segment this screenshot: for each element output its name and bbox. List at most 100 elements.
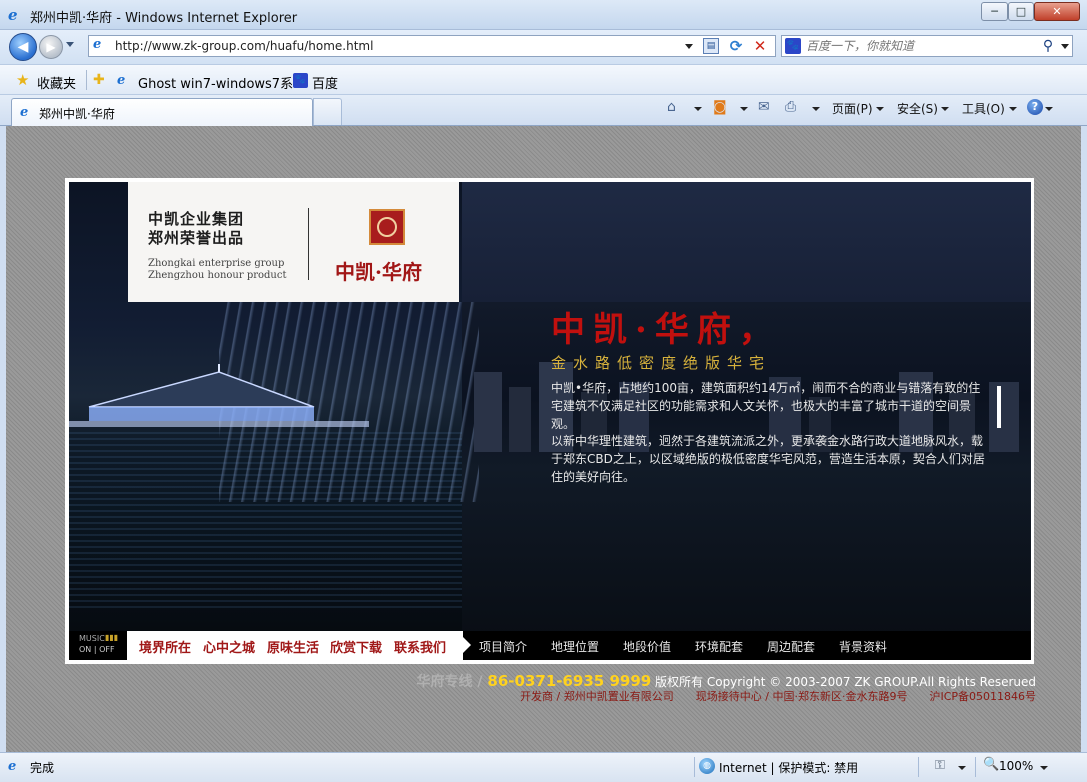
nav-link-beijing[interactable]: 背景资料 — [839, 638, 887, 655]
print-icon[interactable]: ⎙ — [785, 98, 796, 116]
forward-button[interactable]: ▶ — [39, 35, 63, 59]
nav-link-huanjing[interactable]: 环境配套 — [695, 638, 743, 655]
group-slogan: 郑州荣誉出品 — [148, 229, 245, 247]
safety-menu-dropdown-icon[interactable] — [941, 107, 949, 111]
home-dropdown-icon[interactable] — [694, 107, 702, 111]
tab-bar: e 郑州中凯·华府 ⌂ ◙ ✉ ⎙ 页面(P) 安全(S) 工具(O) ? — [0, 95, 1087, 126]
window-title: 郑州中凯·华府 - Windows Internet Explorer — [30, 11, 298, 26]
mail-icon[interactable]: ✉ — [758, 98, 770, 116]
nav-link-zhoubian[interactable]: 周边配套 — [767, 638, 815, 655]
baidu-paw-icon: 🐾 — [293, 73, 308, 88]
zoom-level[interactable]: 100% — [999, 759, 1033, 773]
description-paragraph-2: 以新中华理性建筑，迥然于各建筑流派之外，更承袭金水路行政大道地脉风水，载于郑东C… — [551, 434, 985, 484]
navigation-bar: ◀ ▶ e http://www.zk-group.com/huafu/home… — [0, 30, 1087, 64]
description-paragraph-1: 中凯•华府，占地约100亩，建筑面积约14万㎡，闹而不合的商业与错落有致的住宅建… — [551, 381, 981, 431]
music-toggle[interactable]: ON | OFF — [79, 645, 115, 654]
copyright-text: 版权所有 Copyright © 2003-2007 ZK GROUP.All … — [655, 675, 1036, 689]
music-equalizer-icon: ▮▮▮ — [105, 633, 119, 642]
favorite-link-baidu[interactable]: 百度 — [312, 73, 338, 92]
print-dropdown-icon[interactable] — [812, 107, 820, 111]
feed-dropdown-icon[interactable] — [740, 107, 748, 111]
headline: 中凯·华府， — [551, 310, 781, 350]
zoom-icon[interactable]: 🔍 — [983, 757, 999, 772]
nav-link-diduan[interactable]: 地段价值 — [623, 638, 671, 655]
footer-line-1: 华府专线 / 86-0371-6935 9999 版权所有 Copyright … — [6, 671, 1036, 690]
nav-link-lianxi[interactable]: 联系我们 — [394, 637, 446, 656]
globe-icon: ◍ — [699, 758, 715, 774]
subheadline: 金水路低密度绝版华宅 — [551, 354, 772, 372]
search-icon[interactable]: ⚲ — [1040, 37, 1056, 55]
compatibility-view-icon[interactable]: ▤ — [703, 38, 719, 54]
back-button[interactable]: ◀ — [9, 33, 37, 61]
nav-link-xinshang[interactable]: 欣赏下载 — [330, 637, 382, 656]
favorite-link-ghost[interactable]: Ghost win7-windows7系... — [138, 73, 305, 92]
seal-logo-icon — [369, 209, 405, 245]
flash-stage[interactable]: 中凯企业集团 郑州荣誉出品 Zhongkai enterprise group … — [69, 182, 1031, 660]
flash-frame: 中凯企业集团 郑州荣誉出品 Zhongkai enterprise group … — [65, 178, 1034, 664]
status-text: 完成 — [30, 761, 55, 775]
zoom-dropdown-icon[interactable] — [1040, 766, 1048, 770]
group-name-english: Zhongkai enterprise group — [148, 258, 285, 269]
seal-ring — [377, 217, 397, 237]
new-tab-button[interactable] — [313, 98, 342, 125]
ie-logo-icon: e — [8, 6, 18, 24]
nav-arrow — [463, 637, 471, 653]
recent-pages-dropdown-icon[interactable] — [66, 42, 74, 47]
help-icon[interactable]: ? — [1027, 99, 1043, 115]
home-icon[interactable]: ⌂ — [667, 98, 676, 116]
address-dropdown-icon[interactable] — [685, 44, 693, 49]
nav-link-jingjie[interactable]: 境界所在 — [139, 637, 191, 656]
page-menu[interactable]: 页面(P) — [832, 100, 873, 117]
address-bar[interactable]: e http://www.zk-group.com/huafu/home.htm… — [88, 35, 776, 57]
page-viewport: 中凯企业集团 郑州荣誉出品 Zhongkai enterprise group … — [0, 126, 1087, 752]
add-favorite-icon[interactable]: ✚ — [93, 72, 105, 88]
search-box[interactable]: 🐾 ⚲ — [781, 35, 1073, 57]
water-reflection — [69, 432, 462, 612]
logo-divider — [308, 208, 309, 280]
divider — [86, 70, 87, 90]
close-button[interactable]: ✕ — [1034, 2, 1080, 21]
favorites-button[interactable]: 收藏夹 — [37, 73, 76, 92]
ie-page-icon: e — [117, 73, 126, 88]
favorites-bar: ★ 收藏夹 ✚ e Ghost win7-windows7系... 🐾 百度 — [0, 64, 1087, 95]
text-scroll-handle[interactable] — [997, 386, 1001, 428]
search-input[interactable] — [806, 37, 1036, 55]
favorites-star-icon[interactable]: ★ — [16, 72, 29, 88]
rss-feed-icon[interactable]: ◙ — [713, 98, 727, 116]
nav-link-yuanwei[interactable]: 原味生活 — [267, 637, 319, 656]
tools-menu-dropdown-icon[interactable] — [1009, 107, 1017, 111]
brand-name: 中凯·华府 — [335, 260, 422, 284]
logo-panel: 中凯企业集团 郑州荣誉出品 Zhongkai enterprise group … — [128, 182, 459, 302]
safety-menu[interactable]: 安全(S) — [897, 100, 938, 117]
ie-page-icon: e — [93, 37, 102, 52]
search-options-dropdown-icon[interactable] — [1061, 44, 1069, 49]
nav-link-xiangmu[interactable]: 项目简介 — [479, 638, 527, 655]
tab-active[interactable]: e 郑州中凯·华府 — [11, 98, 313, 126]
refresh-icon[interactable]: ⟳ — [727, 36, 745, 56]
address-url[interactable]: http://www.zk-group.com/huafu/home.html — [115, 39, 373, 53]
primary-nav: 境界所在 心中之城 原味生活 欣赏下载 联系我们 — [127, 631, 463, 660]
nav-link-xinzhong[interactable]: 心中之城 — [203, 637, 255, 656]
ie-page-icon: e — [8, 759, 17, 774]
stadium-illustration — [69, 364, 369, 427]
sky-panel — [462, 182, 1031, 302]
status-bar: e 完成 ◍ Internet | 保护模式: 禁用 ⚿ 🔍 100% — [0, 752, 1087, 782]
title-bar: e 郑州中凯·华府 - Windows Internet Explorer ─ … — [0, 0, 1087, 30]
nav-link-dili[interactable]: 地理位置 — [551, 638, 599, 655]
security-zone[interactable]: Internet | 保护模式: 禁用 — [719, 759, 858, 776]
group-name: 中凯企业集团 — [148, 210, 245, 228]
minimize-button[interactable]: ─ — [981, 2, 1008, 21]
site-nav-bar: MUSIC ▮▮▮ ON | OFF 境界所在 心中之城 原味生活 欣赏下载 联… — [69, 631, 1031, 660]
protected-mode-icon[interactable]: ⚿ — [935, 758, 945, 773]
baidu-paw-icon: 🐾 — [785, 38, 801, 54]
page-menu-dropdown-icon[interactable] — [876, 107, 884, 111]
help-dropdown-icon[interactable] — [1045, 107, 1053, 111]
maximize-button[interactable]: □ — [1008, 2, 1034, 21]
stop-icon[interactable]: ✕ — [752, 36, 768, 56]
divider — [975, 757, 976, 777]
protected-mode-dropdown-icon[interactable] — [958, 766, 966, 770]
tab-label: 郑州中凯·华府 — [39, 107, 115, 121]
music-label: MUSIC — [79, 634, 105, 643]
tools-menu[interactable]: 工具(O) — [962, 100, 1005, 117]
divider — [918, 757, 919, 777]
